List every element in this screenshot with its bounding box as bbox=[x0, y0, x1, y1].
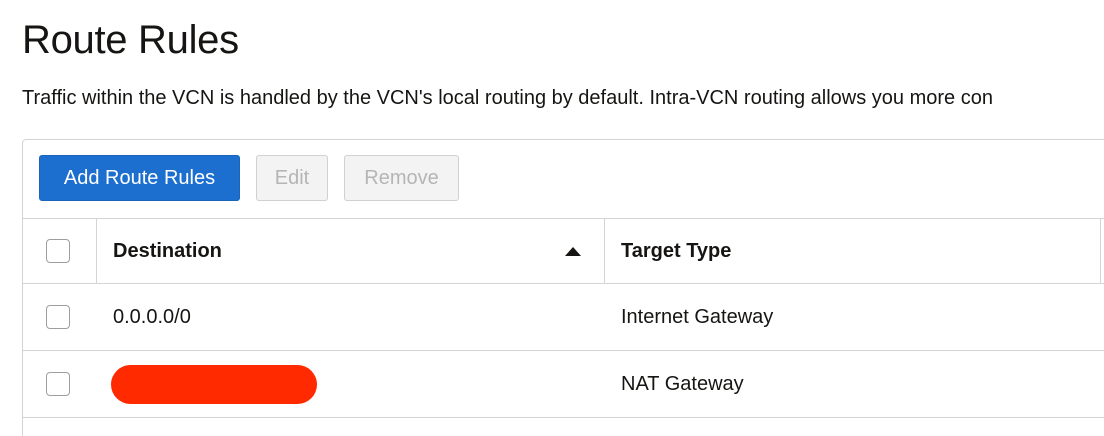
select-all-checkbox[interactable] bbox=[46, 239, 70, 263]
sort-ascending-icon[interactable] bbox=[565, 247, 581, 256]
add-route-rules-button[interactable]: Add Route Rules bbox=[39, 155, 240, 201]
table-toolbar: Add Route Rules Edit Remove bbox=[23, 140, 1104, 218]
target-type-cell: NAT Gateway bbox=[621, 373, 744, 395]
column-divider bbox=[96, 219, 97, 283]
destination-cell: 0.0.0.0/0 bbox=[113, 306, 191, 328]
remove-button[interactable]: Remove bbox=[344, 155, 459, 201]
edit-button[interactable]: Edit bbox=[256, 155, 328, 201]
page-title: Route Rules bbox=[22, 18, 239, 62]
redacted-destination bbox=[111, 365, 317, 404]
target-type-cell: Internet Gateway bbox=[621, 306, 774, 328]
table-row: NAT Gateway bbox=[23, 351, 1104, 418]
column-divider bbox=[1100, 219, 1101, 283]
column-divider bbox=[604, 219, 605, 283]
route-rules-page: Route Rules Traffic within the VCN is ha… bbox=[0, 0, 1104, 436]
column-header-target-type[interactable]: Target Type bbox=[621, 219, 731, 283]
row-select-checkbox[interactable] bbox=[46, 305, 70, 329]
page-description: Traffic within the VCN is handled by the… bbox=[22, 87, 993, 109]
table-row: 0.0.0.0/0 Internet Gateway bbox=[23, 284, 1104, 351]
row-select-checkbox[interactable] bbox=[46, 372, 70, 396]
table-header: Destination Target Type bbox=[23, 218, 1104, 284]
column-header-destination[interactable]: Destination bbox=[113, 219, 222, 283]
route-rules-panel: Add Route Rules Edit Remove Destination … bbox=[22, 139, 1104, 436]
